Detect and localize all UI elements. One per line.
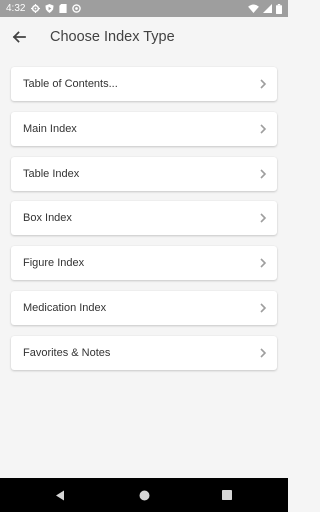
- chevron-right-icon: [260, 348, 267, 358]
- chevron-right-icon: [260, 169, 267, 179]
- chevron-right-icon: [260, 124, 267, 134]
- gear-icon: [31, 4, 41, 13]
- at-icon: [72, 4, 82, 13]
- list-item-label: Table of Contents...: [23, 78, 118, 90]
- nav-back-button[interactable]: [45, 480, 75, 510]
- system-nav-bar: [0, 478, 288, 512]
- chevron-right-icon: [260, 258, 267, 268]
- nav-home-button[interactable]: [129, 480, 159, 510]
- recents-square-icon: [222, 490, 232, 500]
- chevron-right-icon: [260, 213, 267, 223]
- sim-icon: [59, 4, 68, 13]
- status-bar: 4:32: [0, 0, 288, 17]
- back-triangle-icon: [56, 490, 64, 500]
- chevron-right-icon: [260, 79, 267, 89]
- index-type-box-index[interactable]: Box Index: [11, 201, 277, 236]
- list-item-label: Medication Index: [23, 301, 107, 314]
- index-type-medication-index[interactable]: Medication Index: [11, 290, 277, 325]
- index-type-figure-index[interactable]: Figure Index: [11, 246, 277, 281]
- status-time: 4:32: [6, 3, 26, 14]
- back-button[interactable]: [0, 17, 38, 57]
- nav-recents-button[interactable]: [212, 480, 242, 510]
- index-type-table-index[interactable]: Table Index: [11, 156, 277, 191]
- index-type-list: Table of Contents... Main Index Table In…: [11, 67, 277, 381]
- app-bar: Choose Index Type: [0, 17, 288, 57]
- list-item-label: Figure Index: [23, 257, 85, 270]
- battery-icon: [276, 3, 282, 14]
- index-type-favorites-notes[interactable]: Favorites & Notes: [11, 335, 277, 370]
- index-type-main-index[interactable]: Main Index: [11, 111, 277, 146]
- index-type-table-of-contents[interactable]: Table of Contents...: [11, 67, 277, 101]
- list-item-label: Main Index: [23, 122, 77, 135]
- chevron-right-icon: [260, 303, 267, 313]
- arrow-back-icon: [12, 31, 26, 43]
- list-item-label: Table Index: [23, 167, 80, 180]
- shield-play-icon: [45, 4, 55, 13]
- wifi-icon: [248, 4, 259, 13]
- list-item-label: Favorites & Notes: [23, 346, 111, 359]
- home-circle-icon: [139, 490, 149, 500]
- list-item-label: Box Index: [23, 212, 72, 225]
- signal-icon: [263, 4, 272, 13]
- page-title: Choose Index Type: [50, 29, 175, 45]
